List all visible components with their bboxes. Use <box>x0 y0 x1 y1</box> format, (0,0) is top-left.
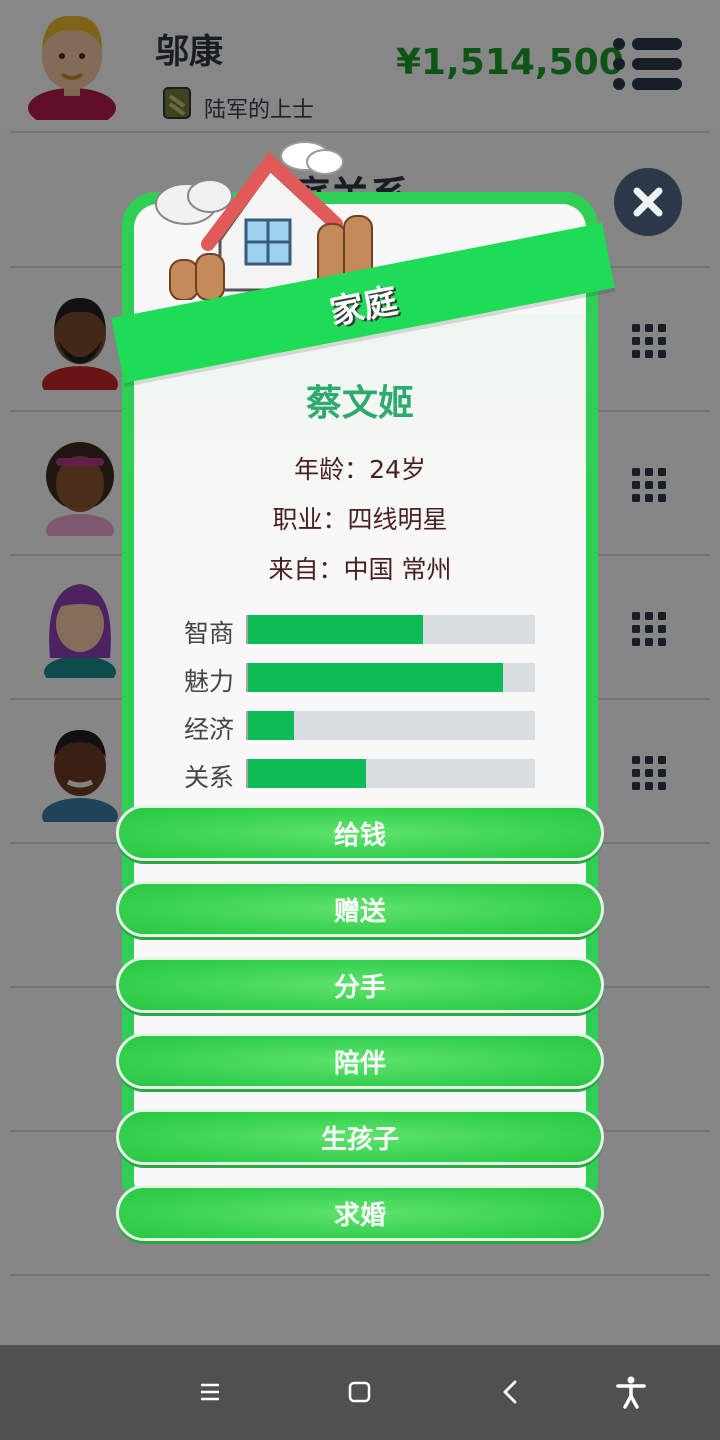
stat-fill <box>248 759 366 788</box>
have-child-button[interactable]: 生孩子 <box>116 1109 604 1165</box>
stat-fill <box>248 615 424 644</box>
close-button[interactable] <box>614 168 682 236</box>
back-icon[interactable] <box>493 1374 529 1410</box>
stat-bar-relationship <box>246 759 535 788</box>
member-origin: 来自：中国 常州 <box>268 555 452 584</box>
member-age: 年龄：24岁 <box>294 455 426 484</box>
stat-fill <box>248 663 504 692</box>
stat-label-iq: 智商 <box>184 619 235 648</box>
stat-label-wealth: 经济 <box>184 715 235 744</box>
close-icon <box>633 187 663 217</box>
accompany-button[interactable]: 陪伴 <box>116 1033 604 1089</box>
member-job: 职业：四线明星 <box>272 505 448 534</box>
stat-bar-wealth <box>246 711 535 740</box>
stat-fill <box>248 711 294 740</box>
give-money-button[interactable]: 给钱 <box>116 805 604 861</box>
stat-bar-iq <box>246 615 535 644</box>
member-name: 蔡文姬 <box>305 383 414 424</box>
accessibility-icon[interactable] <box>613 1374 649 1410</box>
propose-button[interactable]: 求婚 <box>116 1185 604 1241</box>
stat-label-charm: 魅力 <box>184 667 235 696</box>
banner-label: 家庭 <box>326 280 401 333</box>
gift-button[interactable]: 赠送 <box>116 881 604 937</box>
home-icon[interactable] <box>342 1374 378 1410</box>
stat-label-relationship: 关系 <box>184 763 235 792</box>
breakup-button[interactable]: 分手 <box>116 957 604 1013</box>
stat-bar-charm <box>246 663 535 692</box>
recents-icon[interactable] <box>192 1374 228 1410</box>
